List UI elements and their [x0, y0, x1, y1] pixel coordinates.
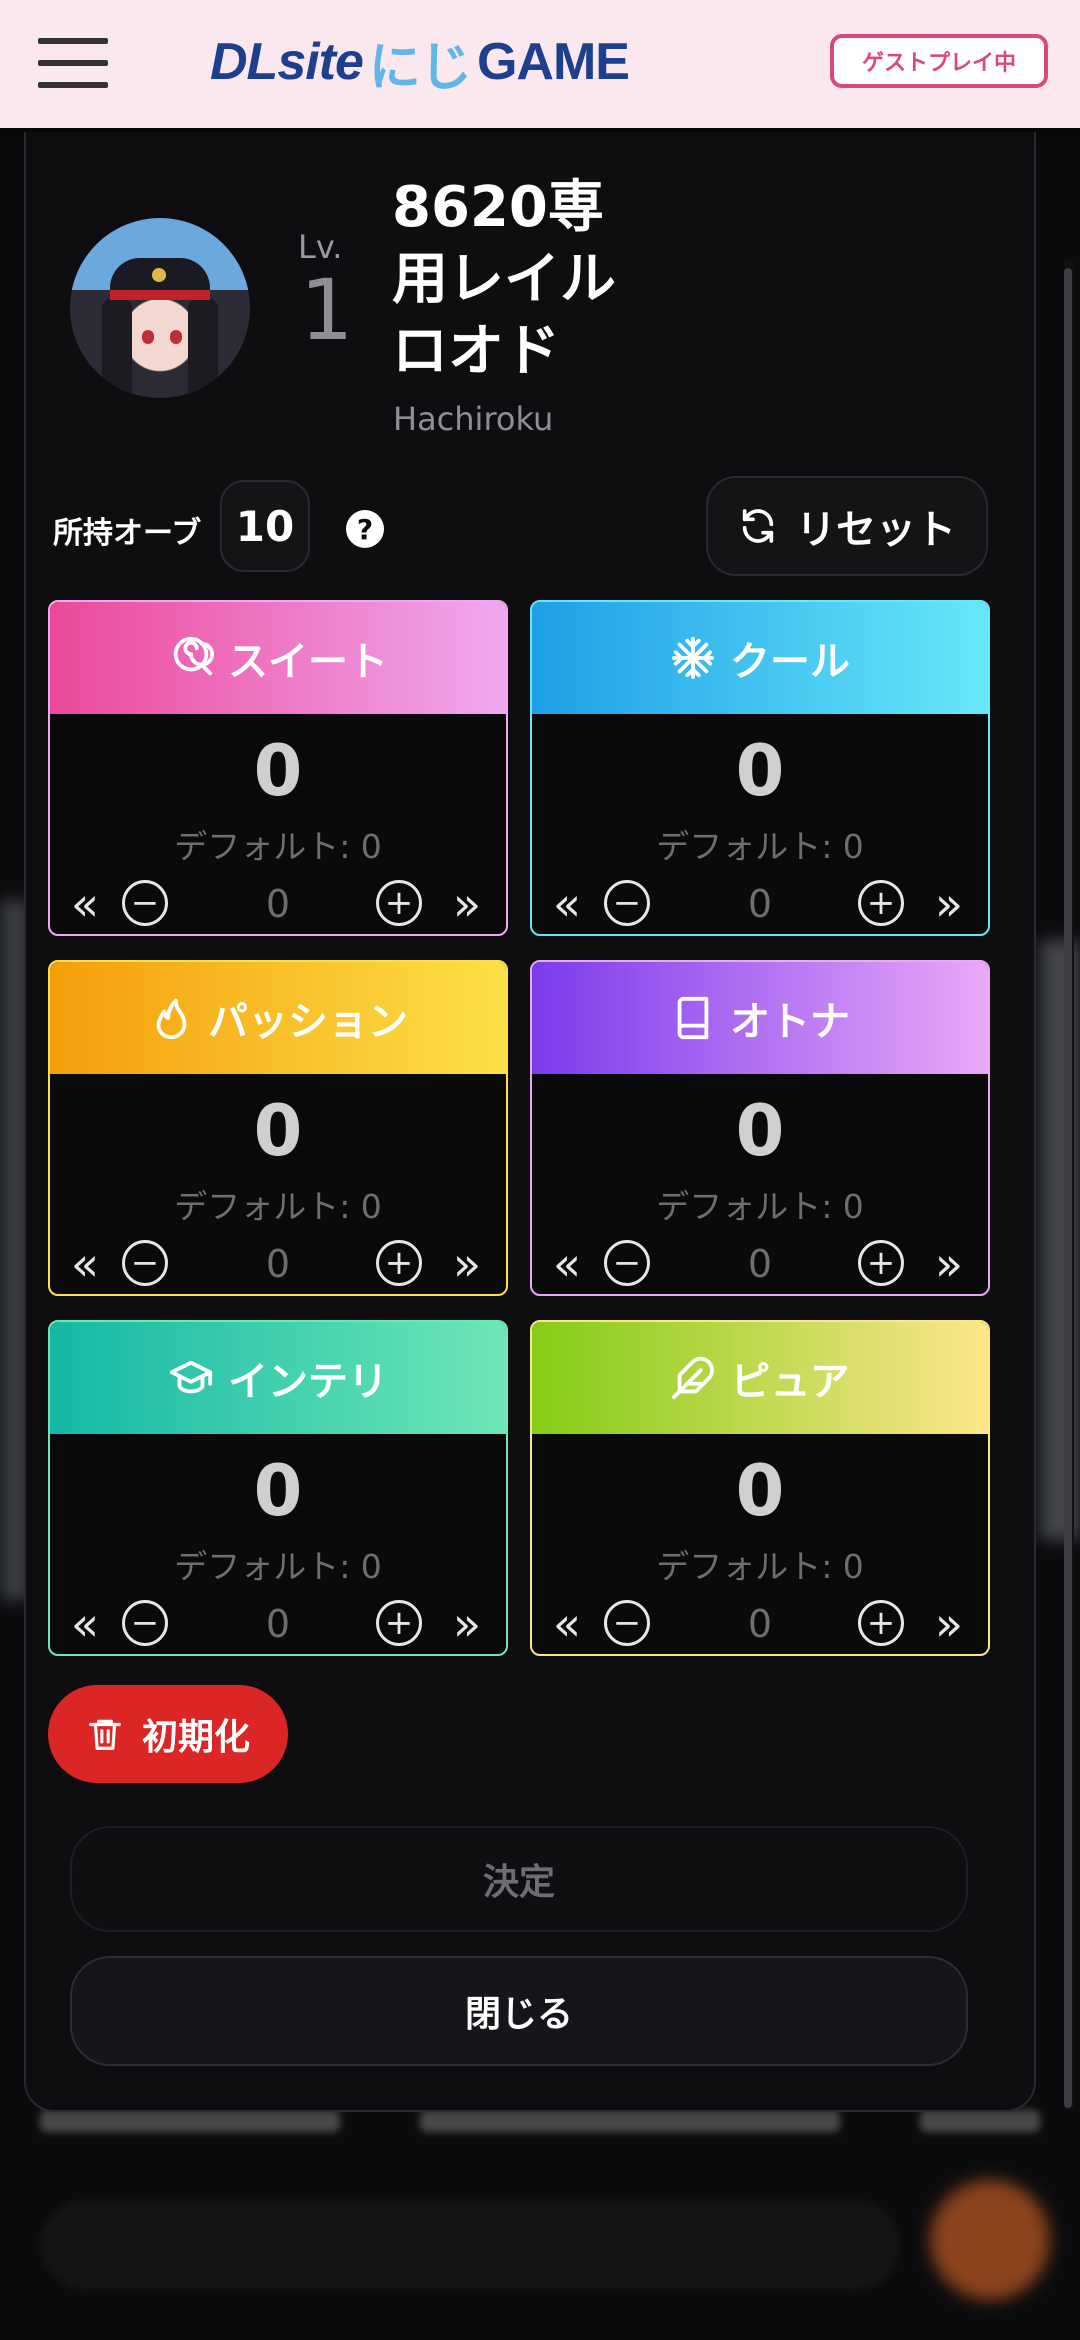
stat-step-value: 0 — [747, 1602, 773, 1646]
initialize-button[interactable]: 初期化 — [48, 1685, 288, 1783]
reset-label: リセット — [796, 507, 956, 553]
stat-header: クール — [532, 602, 988, 714]
site-logo[interactable]: DLsite にじ GAME — [210, 32, 630, 97]
background-fab — [930, 2180, 1050, 2300]
decrease-button[interactable]: − — [122, 1600, 168, 1646]
stat-header: パッション — [50, 962, 506, 1074]
increase-fast-button[interactable]: » — [442, 1594, 492, 1654]
stat-controls: «− 0 + » — [50, 1234, 506, 1294]
stat-value: 0 — [735, 730, 785, 812]
increase-button[interactable]: + — [858, 880, 904, 926]
increase-button[interactable]: + — [376, 1240, 422, 1286]
stat-name: ピュア — [730, 1359, 850, 1405]
decrease-button[interactable]: − — [604, 1600, 650, 1646]
stat-header: スイート — [50, 602, 506, 714]
modal-scrollbar-thumb[interactable] — [1064, 268, 1072, 2108]
stat-card-passion: パッション 0 デフォルト: 0 «− 0 + » — [48, 960, 508, 1296]
level-value: 1 — [300, 261, 354, 359]
decrease-fast-button[interactable]: « — [542, 874, 592, 934]
increase-fast-button[interactable]: » — [442, 1234, 492, 1294]
stat-step-value: 0 — [265, 1242, 291, 1286]
flame-icon — [156, 998, 187, 1040]
hamburger-menu-icon[interactable] — [38, 38, 108, 90]
avatar — [70, 218, 250, 398]
decrease-button[interactable]: − — [122, 880, 168, 926]
decrease-fast-button[interactable]: « — [60, 1594, 110, 1654]
trash-icon — [89, 1719, 121, 1750]
stat-card-pure: ピュア 0 デフォルト: 0 «− 0 + » — [530, 1320, 990, 1656]
stat-header: ピュア — [532, 1322, 988, 1434]
decrease-fast-button[interactable]: « — [60, 874, 110, 934]
help-icon[interactable]: ? — [346, 510, 384, 548]
stat-name: スイート — [228, 639, 388, 685]
increase-button[interactable]: + — [376, 880, 422, 926]
increase-button[interactable]: + — [376, 1600, 422, 1646]
stat-name: オトナ — [730, 999, 850, 1045]
logo-niji: にじ — [368, 38, 472, 97]
increase-fast-button[interactable]: » — [442, 874, 492, 934]
confirm-button[interactable]: 決定 — [70, 1826, 968, 1932]
increase-fast-button[interactable]: » — [924, 874, 974, 934]
book-icon — [677, 996, 709, 1040]
refresh-icon — [742, 509, 774, 543]
app-header: DLsite にじ GAME ゲストプレイ中 — [0, 0, 1080, 128]
stat-value: 0 — [253, 1090, 303, 1172]
stat-default: デフォルト: 0 — [174, 1187, 382, 1226]
stat-card-otona: オトナ 0 デフォルト: 0 «− 0 + » — [530, 960, 990, 1296]
stat-name: インテリ — [228, 1359, 388, 1405]
stat-header: インテリ — [50, 1322, 506, 1434]
stat-header: オトナ — [532, 962, 988, 1074]
stat-card-interi: インテリ 0 デフォルト: 0 «− 0 + » — [48, 1320, 508, 1656]
lollipop-icon — [173, 636, 214, 676]
background-blur-right — [1040, 940, 1080, 1540]
stat-card-sweet: スイート 0 デフォルト: 0 «− 0 + » — [48, 600, 508, 936]
decrease-button[interactable]: − — [604, 880, 650, 926]
stat-name: パッション — [208, 999, 408, 1045]
stat-step-value: 0 — [747, 1242, 773, 1286]
orb-label: 所持オーブ — [53, 516, 202, 551]
initialize-label: 初期化 — [141, 1717, 250, 1758]
decrease-fast-button[interactable]: « — [60, 1234, 110, 1294]
stat-card-cool: クール 0 デフォルト: 0 «− 0 + » — [530, 600, 990, 936]
snowflake-icon — [671, 636, 715, 680]
increase-fast-button[interactable]: » — [924, 1234, 974, 1294]
feather-icon — [672, 1356, 715, 1400]
stat-value: 0 — [253, 1450, 303, 1532]
guest-play-button[interactable]: ゲストプレイ中 — [830, 34, 1048, 88]
stat-controls: «− 0 + » — [50, 874, 506, 934]
stat-step-value: 0 — [747, 882, 773, 926]
decrease-fast-button[interactable]: « — [542, 1234, 592, 1294]
stat-controls: «− 0 + » — [532, 1594, 988, 1654]
close-button[interactable]: 閉じる — [70, 1956, 968, 2066]
orb-count: 10 — [220, 480, 310, 572]
increase-fast-button[interactable]: » — [924, 1594, 974, 1654]
stat-value: 0 — [735, 1090, 785, 1172]
background-blur-text — [40, 2110, 1080, 2150]
reset-button[interactable]: リセット — [706, 476, 988, 576]
increase-button[interactable]: + — [858, 1600, 904, 1646]
stat-value: 0 — [253, 730, 303, 812]
stat-default: デフォルト: 0 — [656, 827, 864, 866]
stat-controls: «− 0 + » — [532, 1234, 988, 1294]
stat-default: デフォルト: 0 — [656, 1187, 864, 1226]
stat-controls: «− 0 + » — [50, 1594, 506, 1654]
decrease-fast-button[interactable]: « — [542, 1594, 592, 1654]
stat-default: デフォルト: 0 — [174, 827, 382, 866]
character-sub-name: Hachiroku — [393, 400, 554, 438]
decrease-button[interactable]: − — [122, 1240, 168, 1286]
stat-step-value: 0 — [265, 1602, 291, 1646]
increase-button[interactable]: + — [858, 1240, 904, 1286]
stat-step-value: 0 — [265, 882, 291, 926]
background-message-input — [40, 2200, 900, 2290]
stat-value: 0 — [735, 1450, 785, 1532]
stat-default: デフォルト: 0 — [174, 1547, 382, 1586]
logo-dlsite: DLsite — [210, 33, 364, 91]
character-name: 8620専用レイルロオド — [392, 175, 616, 384]
decrease-button[interactable]: − — [604, 1240, 650, 1286]
stat-name: クール — [730, 639, 850, 685]
stat-default: デフォルト: 0 — [656, 1547, 864, 1586]
stat-controls: «− 0 + » — [532, 874, 988, 934]
logo-game: GAME — [476, 33, 630, 91]
graduation-cap-icon — [169, 1360, 213, 1394]
